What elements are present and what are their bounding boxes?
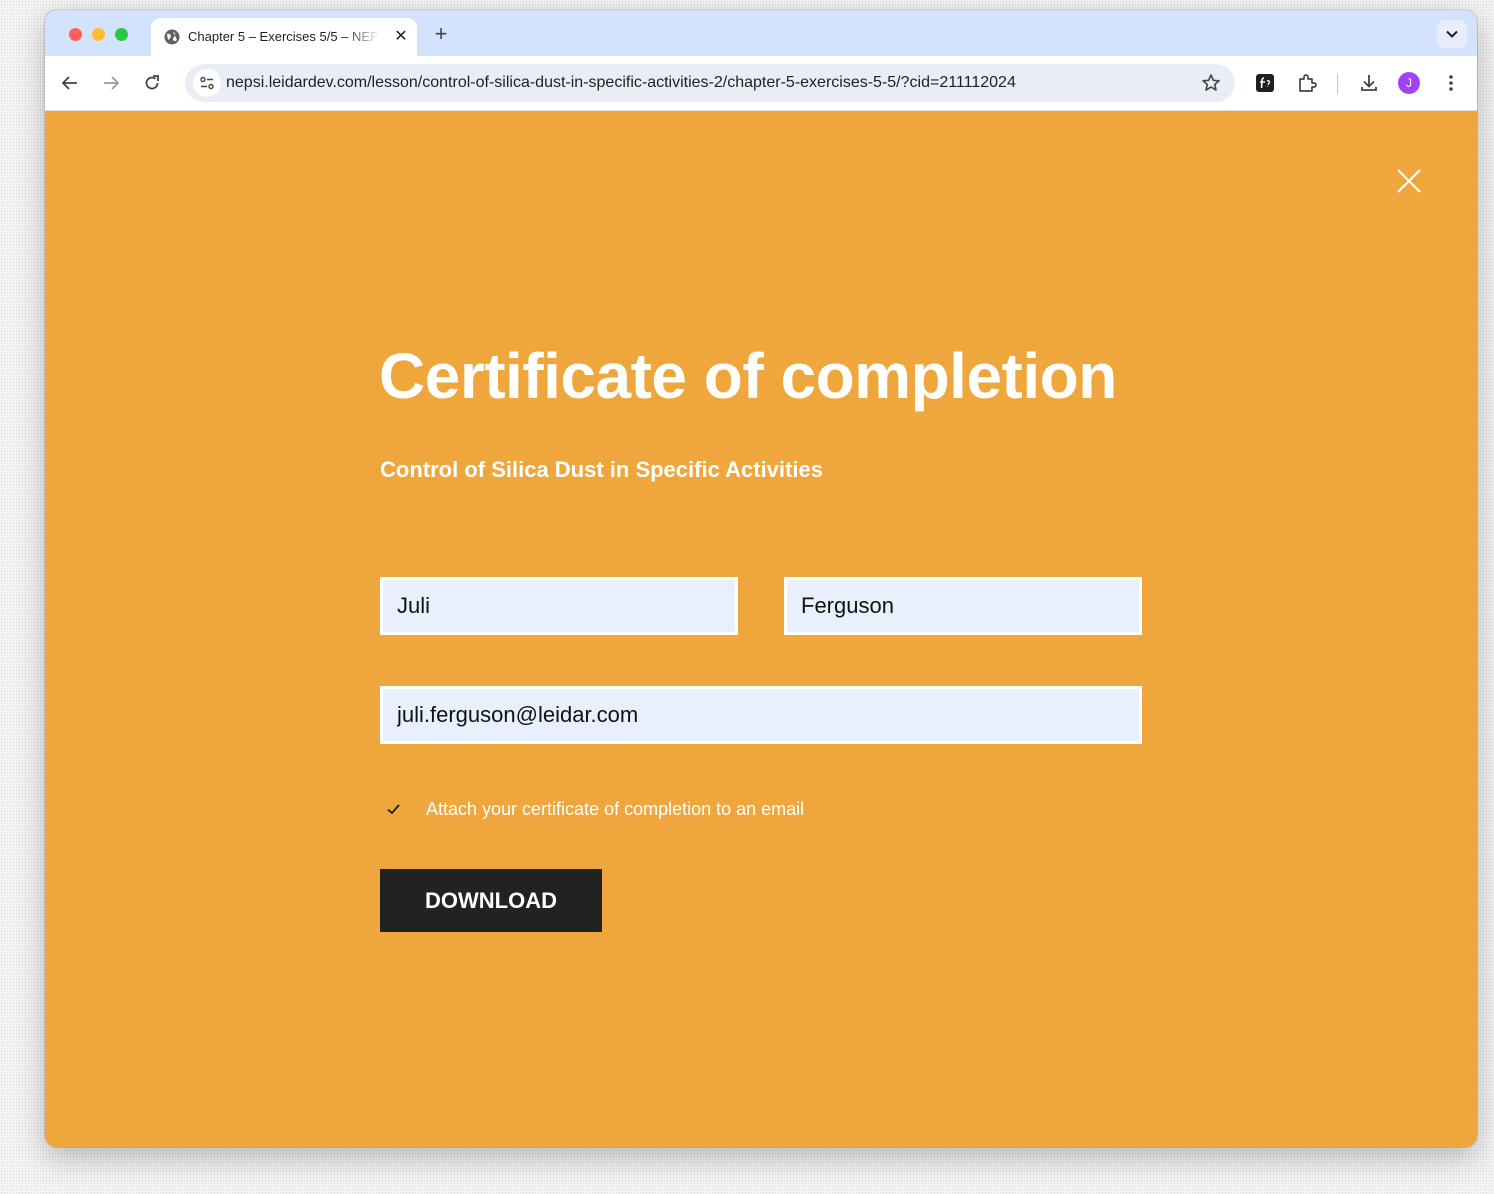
back-arrow-icon (61, 76, 77, 90)
first-name-field[interactable] (380, 577, 738, 635)
url-text[interactable]: nepsi.leidardev.com/lesson/control-of-si… (226, 74, 1016, 92)
toolbar-divider (1337, 74, 1338, 94)
site-info-icon (200, 76, 214, 90)
download-icon (1361, 75, 1377, 91)
forward-button[interactable] (97, 69, 125, 97)
tab-close-icon[interactable]: ✕ (391, 27, 411, 47)
download-button[interactable]: DOWNLOAD (380, 869, 602, 932)
profile-avatar[interactable]: J (1398, 72, 1420, 94)
close-icon[interactable] (1394, 166, 1424, 196)
site-info-button[interactable] (193, 69, 221, 97)
chevron-down-icon (1446, 30, 1458, 38)
email-field[interactable] (380, 686, 1142, 744)
attach-email-label: Attach your certificate of completion to… (426, 799, 805, 819)
bookmark-star-icon[interactable] (1201, 73, 1221, 93)
new-tab-button[interactable]: + (429, 22, 453, 46)
tab-active[interactable]: Chapter 5 – Exercises 5/5 – NEPSI ✕ (151, 18, 417, 56)
extension-f-button[interactable] (1251, 69, 1279, 97)
more-menu-button[interactable] (1437, 69, 1465, 97)
browser-window: Chapter 5 – Exercises 5/5 – NEPSI ✕ + ne… (45, 10, 1477, 1147)
checkmark-icon[interactable] (384, 799, 404, 819)
downloads-button[interactable] (1355, 69, 1383, 97)
more-menu-icon (1449, 75, 1453, 91)
reload-icon (145, 75, 159, 90)
last-name-field[interactable] (784, 577, 1142, 635)
tab-search-button[interactable] (1437, 20, 1467, 48)
browser-toolbar: nepsi.leidardev.com/lesson/control-of-si… (45, 56, 1477, 111)
close-window-button[interactable] (69, 28, 82, 41)
course-subtitle: Control of Silica Dust in Specific Activ… (380, 457, 823, 482)
reload-button[interactable] (138, 69, 166, 97)
maximize-window-button[interactable] (115, 28, 128, 41)
address-bar[interactable]: nepsi.leidardev.com/lesson/control-of-si… (185, 64, 1235, 102)
tab-title: Chapter 5 – Exercises 5/5 – NEPSI (188, 29, 380, 44)
back-button[interactable] (56, 69, 84, 97)
page-title: Certificate of completion (379, 340, 1117, 412)
minimize-window-button[interactable] (92, 28, 105, 41)
forward-arrow-icon (104, 76, 120, 90)
puzzle-extensions-icon (1299, 74, 1317, 92)
tab-strip: Chapter 5 – Exercises 5/5 – NEPSI ✕ + (45, 10, 1477, 56)
certificate-modal: Certificate of completion Control of Sil… (45, 111, 1477, 1147)
globe-icon (164, 29, 180, 45)
extensions-button[interactable] (1293, 69, 1321, 97)
extension-f-icon (1256, 74, 1274, 92)
